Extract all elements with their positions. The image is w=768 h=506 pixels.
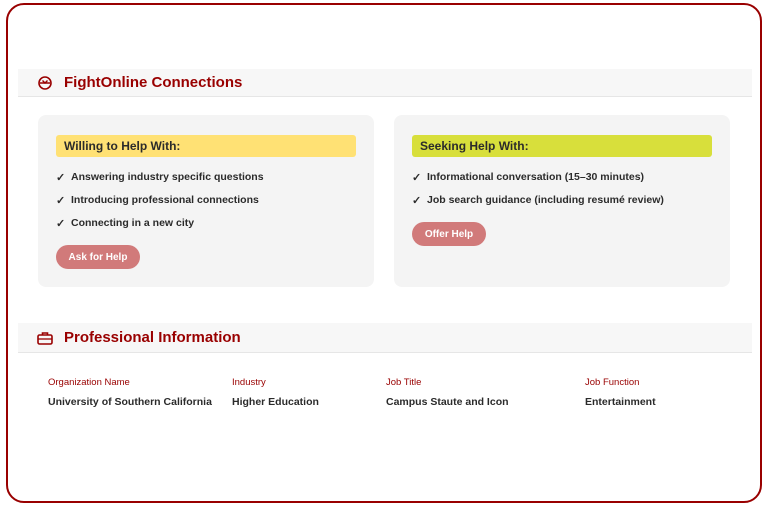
seeking-card: Seeking Help With: ✓ Informational conver… bbox=[394, 115, 730, 287]
field-label: Job Title bbox=[386, 377, 422, 388]
field-value: University of Southern California bbox=[48, 396, 212, 408]
check-icon: ✓ bbox=[412, 195, 422, 207]
offer-help-button[interactable]: Offer Help bbox=[412, 222, 486, 246]
job-function-field: Job Function Entertainment bbox=[585, 377, 656, 408]
briefcase-icon bbox=[36, 329, 54, 347]
check-icon: ✓ bbox=[412, 172, 422, 184]
seeking-heading: Seeking Help With: bbox=[412, 135, 712, 157]
field-value: Campus Staute and Icon bbox=[386, 396, 509, 408]
list-item: ✓ Answering industry specific questions bbox=[56, 171, 264, 184]
connections-title: FightOnline Connections bbox=[64, 74, 243, 91]
check-icon: ✓ bbox=[56, 172, 66, 184]
profile-frame: FightOnline Connections Willing to Help … bbox=[6, 3, 762, 503]
list-item: ✓ Connecting in a new city bbox=[56, 217, 195, 230]
field-value: Entertainment bbox=[585, 396, 656, 408]
willing-list: ✓ Answering industry specific questions ✓… bbox=[56, 171, 264, 240]
ask-for-help-button[interactable]: Ask for Help bbox=[56, 245, 140, 269]
check-icon: ✓ bbox=[56, 218, 66, 230]
handshake-icon bbox=[36, 74, 54, 92]
professional-title: Professional Information bbox=[64, 329, 241, 346]
willing-heading: Willing to Help With: bbox=[56, 135, 356, 157]
industry-field: Industry Higher Education bbox=[232, 377, 319, 408]
connections-header: FightOnline Connections bbox=[18, 69, 752, 97]
list-item: ✓ Informational conversation (15–30 minut… bbox=[412, 171, 645, 184]
job-title-field: Job Title Campus Staute and Icon bbox=[386, 377, 509, 408]
seeking-list: ✓ Informational conversation (15–30 minut… bbox=[412, 171, 664, 217]
professional-header: Professional Information bbox=[18, 323, 752, 353]
field-label: Industry bbox=[232, 377, 266, 388]
list-item: ✓ Job search guidance (including resumé r… bbox=[412, 194, 664, 207]
willing-card: Willing to Help With: ✓ Answering industr… bbox=[38, 115, 374, 287]
field-label: Job Function bbox=[585, 377, 640, 388]
field-value: Higher Education bbox=[232, 396, 319, 408]
organization-field: Organization Name University of Southern… bbox=[48, 377, 212, 408]
field-label: Organization Name bbox=[48, 377, 130, 388]
check-icon: ✓ bbox=[56, 195, 66, 207]
list-item: ✓ Introducing professional connections bbox=[56, 194, 259, 207]
